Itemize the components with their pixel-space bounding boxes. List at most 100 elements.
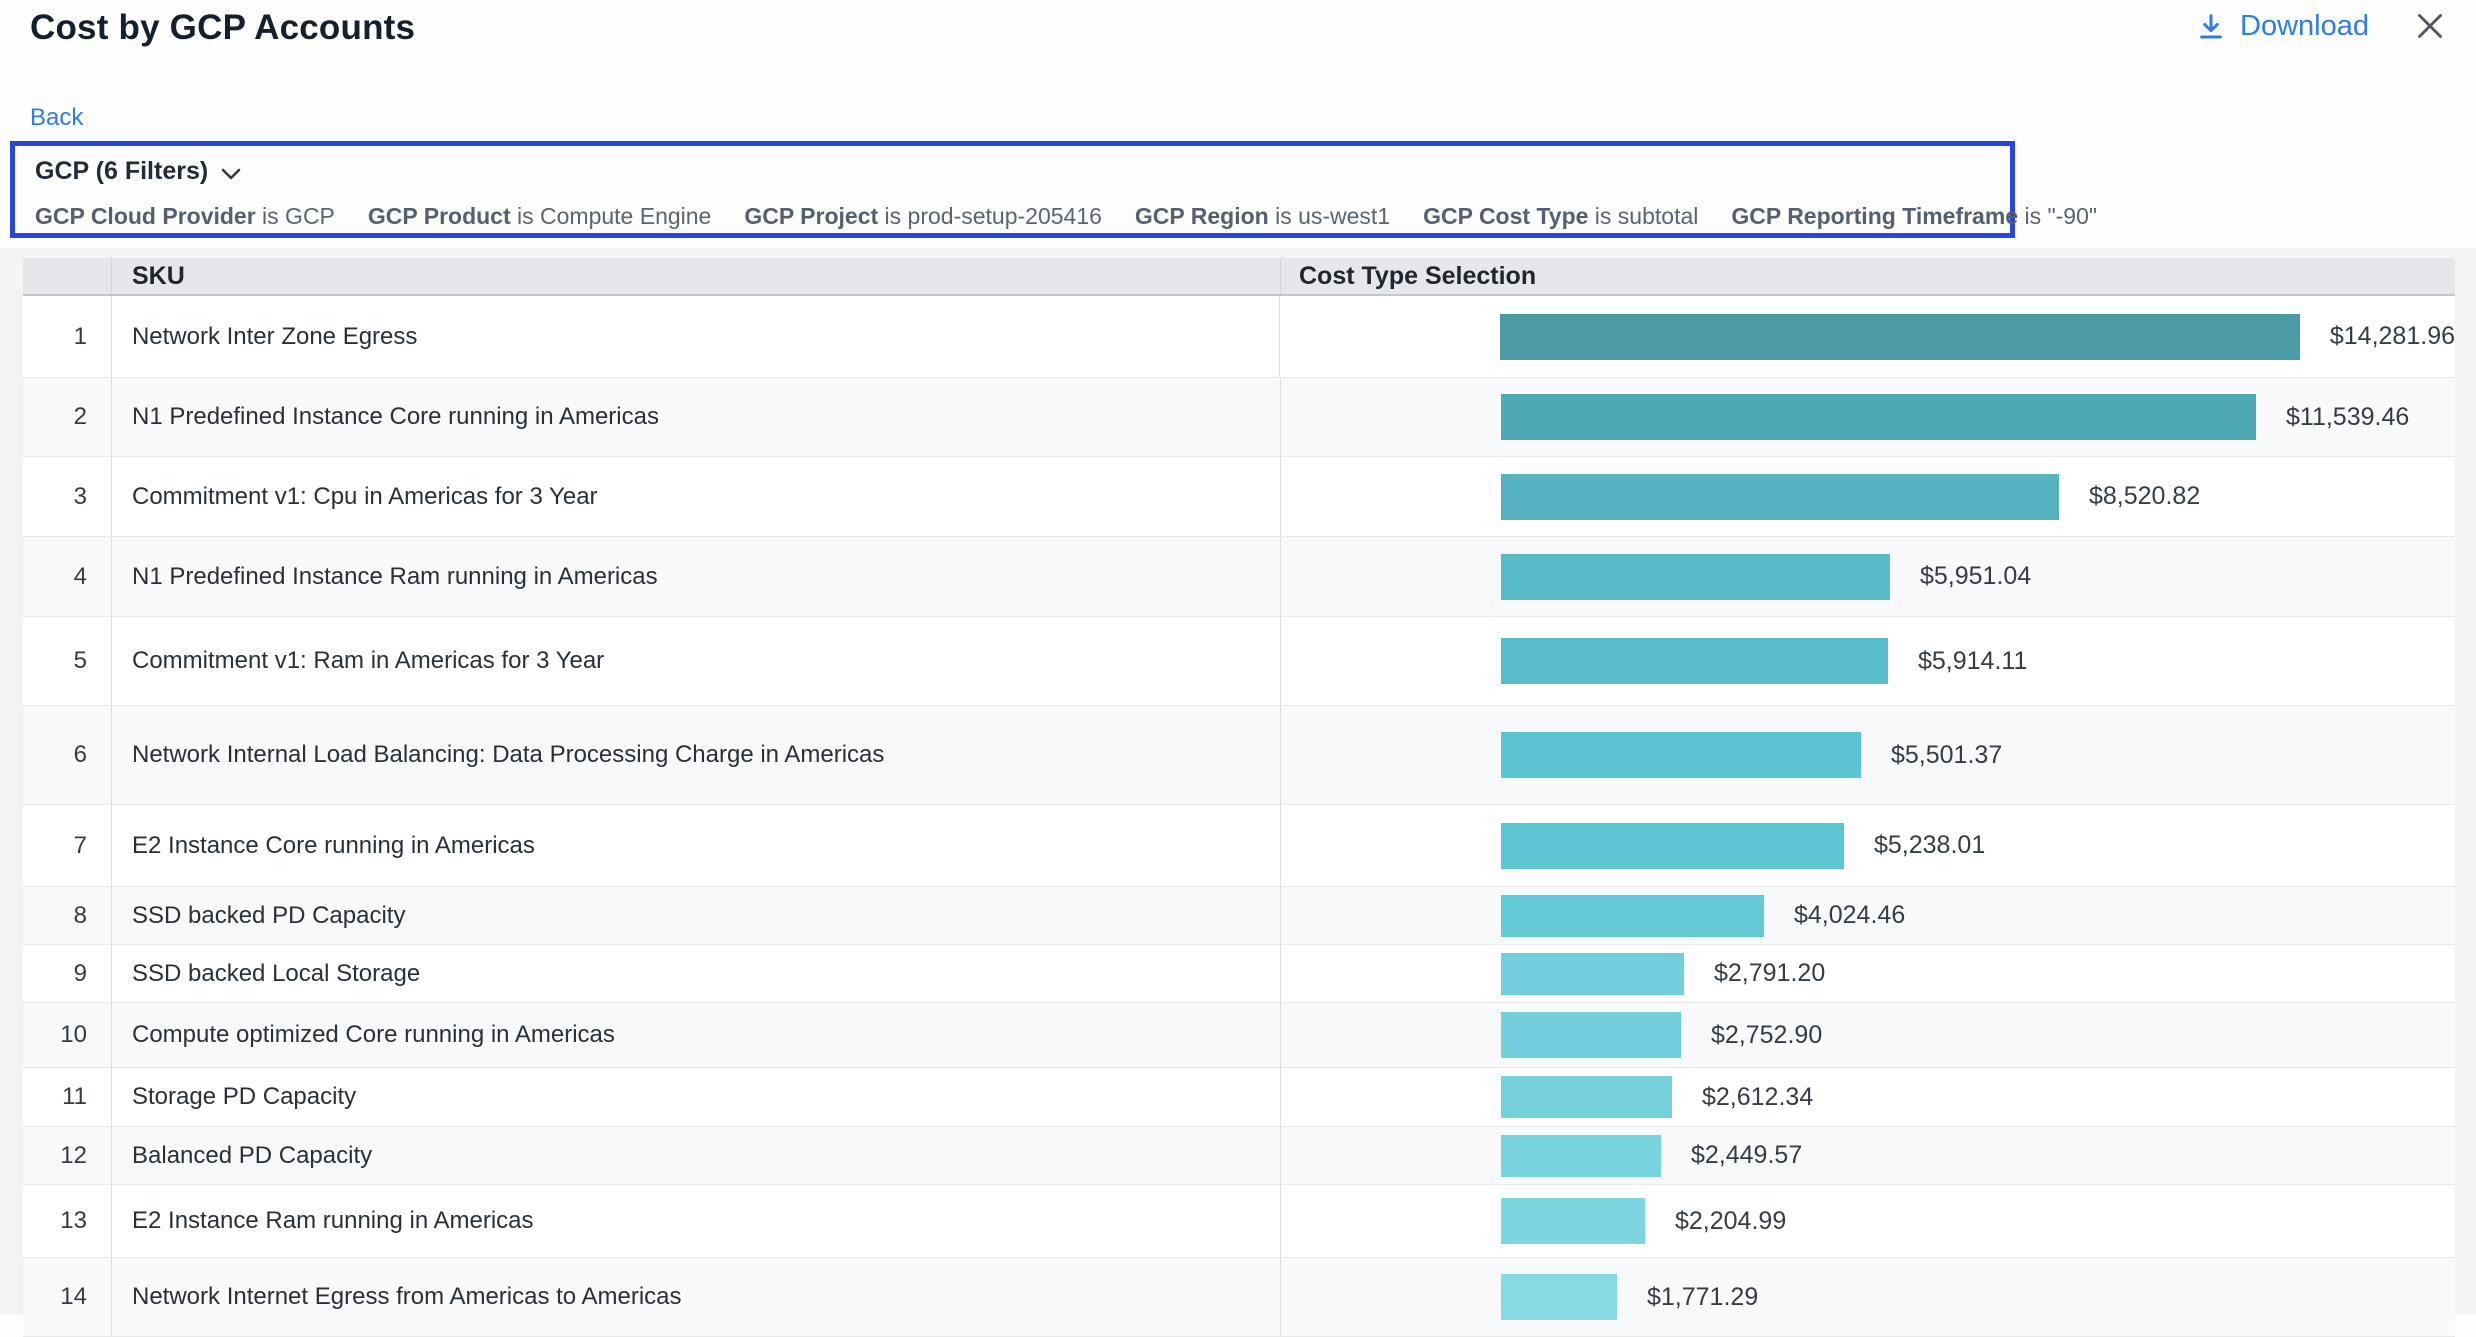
table-row[interactable]: 10Compute optimized Core running in Amer… <box>23 1003 2455 1068</box>
table-row[interactable]: 4N1 Predefined Instance Ram running in A… <box>23 537 2455 617</box>
cost-bar-cell: $2,612.34 <box>1280 1068 2455 1126</box>
cost-bar-cell: $2,449.57 <box>1280 1127 2455 1184</box>
table-row[interactable]: 2N1 Predefined Instance Core running in … <box>23 378 2455 457</box>
close-icon <box>2412 8 2452 44</box>
row-index: 1 <box>23 296 111 377</box>
sku-cell: Compute optimized Core running in Americ… <box>111 1003 1280 1067</box>
table-row[interactable]: 6Network Internal Load Balancing: Data P… <box>23 706 2455 805</box>
table-row[interactable]: 9SSD backed Local Storage$2,791.20 <box>23 945 2455 1003</box>
bar-value-label: $5,238.01 <box>1874 831 1985 860</box>
cost-bar[interactable] <box>1501 895 1764 937</box>
cost-bar[interactable] <box>1501 1274 1617 1320</box>
row-index: 2 <box>23 378 111 456</box>
sku-cell: N1 Predefined Instance Ram running in Am… <box>111 537 1280 616</box>
cost-bar[interactable] <box>1501 554 1890 600</box>
sku-cell: Network Internet Egress from Americas to… <box>111 1258 1280 1336</box>
sku-cell: N1 Predefined Instance Core running in A… <box>111 378 1280 456</box>
row-index: 6 <box>23 706 111 804</box>
cost-bar[interactable] <box>1501 638 1888 684</box>
sku-cell: Storage PD Capacity <box>111 1068 1280 1126</box>
sku-cell: Network Inter Zone Egress <box>111 296 1279 377</box>
cost-table: SKU Cost Type Selection 1Network Inter Z… <box>23 258 2455 1337</box>
cost-bar-cell: $14,281.96 <box>1279 296 2455 377</box>
filter-group-dropdown[interactable]: GCP (6 Filters) <box>35 157 242 186</box>
cost-bar-cell: $2,204.99 <box>1280 1185 2455 1257</box>
filter-condition: GCP Region is us-west1 <box>1135 203 1390 230</box>
bar-value-label: $2,204.99 <box>1675 1207 1786 1236</box>
row-index: 4 <box>23 537 111 616</box>
row-index: 11 <box>23 1068 111 1126</box>
cost-bar[interactable] <box>1501 394 2256 440</box>
table-body: 1Network Inter Zone Egress$14,281.962N1 … <box>23 296 2455 1337</box>
sku-cell: Balanced PD Capacity <box>111 1127 1280 1184</box>
table-row[interactable]: 5Commitment v1: Ram in Americas for 3 Ye… <box>23 617 2455 706</box>
sku-cell: E2 Instance Ram running in Americas <box>111 1185 1280 1257</box>
bar-value-label: $2,752.90 <box>1711 1021 1822 1050</box>
table-row[interactable]: 14Network Internet Egress from Americas … <box>23 1258 2455 1337</box>
filters-highlight-box: GCP (6 Filters) GCP Cloud Provider is GC… <box>10 141 2015 238</box>
bar-value-label: $2,449.57 <box>1691 1141 1802 1170</box>
sku-cell: Commitment v1: Cpu in Americas for 3 Yea… <box>111 457 1280 536</box>
table-header-row: SKU Cost Type Selection <box>23 258 2455 296</box>
cost-bar-cell: $11,539.46 <box>1280 378 2455 456</box>
table-row[interactable]: 1Network Inter Zone Egress $14,281.96 <box>23 296 2455 378</box>
row-index: 10 <box>23 1003 111 1067</box>
table-row[interactable]: 12Balanced PD Capacity $2,449.57 <box>23 1127 2455 1185</box>
cost-bar[interactable] <box>1501 1198 1645 1244</box>
cost-bar-cell: $5,914.11 <box>1280 617 2455 705</box>
column-header-index <box>23 258 111 294</box>
bar-value-label: $5,501.37 <box>1891 741 2002 770</box>
row-index: 8 <box>23 887 111 944</box>
sku-cell: SSD backed Local Storage <box>111 945 1280 1002</box>
bar-value-label: $1,771.29 <box>1647 1283 1758 1312</box>
sku-cell: Network Internal Load Balancing: Data Pr… <box>111 706 1280 804</box>
column-header-sku[interactable]: SKU <box>111 258 1280 294</box>
cost-bar-cell: $1,771.29 <box>1280 1258 2455 1336</box>
cost-bar-cell: $8,520.82 <box>1280 457 2455 536</box>
bar-value-label: $5,951.04 <box>1920 562 2031 591</box>
cost-bar-cell: $2,791.20 <box>1280 945 2455 1002</box>
filter-condition: GCP Reporting Timeframe is "-90" <box>1731 203 2097 230</box>
bar-value-label: $11,539.46 <box>2286 403 2409 432</box>
cost-bar-cell: $2,752.90 <box>1280 1003 2455 1067</box>
bar-value-label: $5,914.11 <box>1918 647 2027 676</box>
cost-bar[interactable] <box>1501 1012 1681 1058</box>
back-link[interactable]: Back <box>30 104 83 132</box>
cost-bar[interactable] <box>1501 823 1844 869</box>
row-index: 14 <box>23 1258 111 1336</box>
cost-bar-cell: $5,501.37 <box>1280 706 2455 804</box>
cost-bar-cell: $4,024.46 <box>1280 887 2455 944</box>
filter-group-label: GCP (6 Filters) <box>35 157 208 186</box>
row-index: 5 <box>23 617 111 705</box>
filter-condition: GCP Cloud Provider is GCP <box>35 203 335 230</box>
bar-value-label: $14,281.96 <box>2330 322 2455 351</box>
table-row[interactable]: 11Storage PD Capacity $2,612.34 <box>23 1068 2455 1127</box>
row-index: 12 <box>23 1127 111 1184</box>
table-row[interactable]: 13E2 Instance Ram running in Americas$2,… <box>23 1185 2455 1258</box>
filter-condition: GCP Cost Type is subtotal <box>1423 203 1698 230</box>
cost-bar[interactable] <box>1501 474 2059 520</box>
cost-bar[interactable] <box>1501 953 1684 995</box>
row-index: 7 <box>23 805 111 886</box>
table-row[interactable]: 3Commitment v1: Cpu in Americas for 3 Ye… <box>23 457 2455 537</box>
chevron-down-icon <box>220 167 242 181</box>
bar-value-label: $8,520.82 <box>2089 482 2200 511</box>
sku-cell: Commitment v1: Ram in Americas for 3 Yea… <box>111 617 1280 705</box>
cost-bar[interactable] <box>1501 1076 1672 1118</box>
download-button[interactable]: Download <box>2196 10 2369 43</box>
table-row[interactable]: 8SSD backed PD Capacity $4,024.46 <box>23 887 2455 945</box>
page-title: Cost by GCP Accounts <box>30 8 415 48</box>
table-row[interactable]: 7E2 Instance Core running in Americas $5,… <box>23 805 2455 887</box>
cost-bar-cell: $5,951.04 <box>1280 537 2455 616</box>
cost-bar-cell: $5,238.01 <box>1280 805 2455 886</box>
cost-bar[interactable] <box>1501 1135 1661 1177</box>
download-label: Download <box>2240 10 2369 43</box>
bar-value-label: $4,024.46 <box>1794 901 1905 930</box>
sku-cell: SSD backed PD Capacity <box>111 887 1280 944</box>
bar-value-label: $2,612.34 <box>1702 1083 1813 1112</box>
cost-bar[interactable] <box>1501 732 1861 778</box>
close-button[interactable] <box>2412 8 2452 48</box>
sku-cell: E2 Instance Core running in Americas <box>111 805 1280 886</box>
cost-bar[interactable] <box>1500 314 2300 360</box>
column-header-cost-type-selection[interactable]: Cost Type Selection <box>1280 258 2455 294</box>
